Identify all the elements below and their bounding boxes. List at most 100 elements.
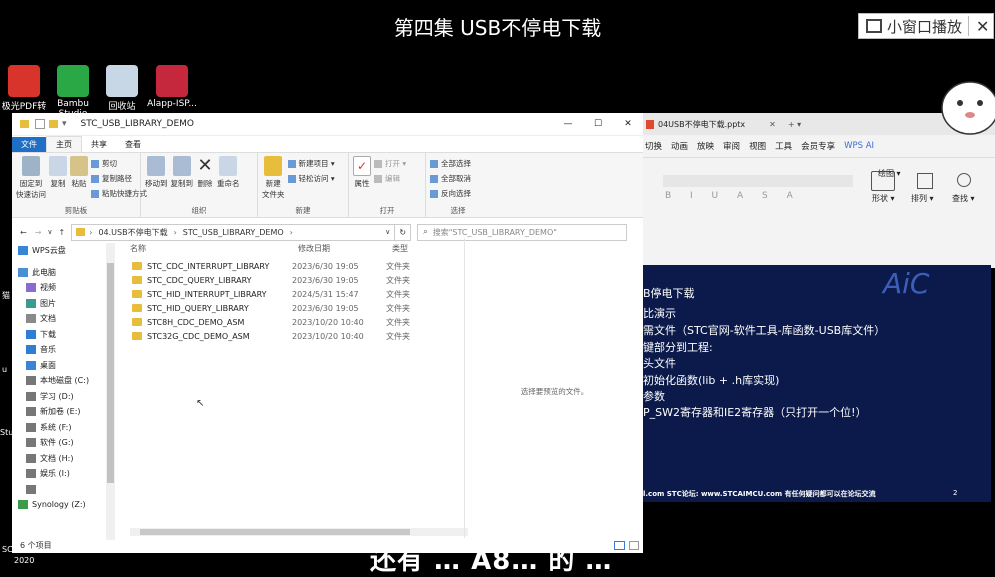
- wps-menu-tools[interactable]: 工具: [775, 140, 792, 152]
- arrange-icon[interactable]: [917, 173, 933, 189]
- nav-item[interactable]: 新加卷 (E:): [26, 404, 118, 420]
- file-row[interactable]: STC_CDC_INTERRUPT_LIBRARY 2023/6/30 19:05…: [124, 259, 464, 273]
- nav-item[interactable]: 桌面: [26, 358, 118, 374]
- horizontal-scrollbar[interactable]: [130, 528, 468, 536]
- wps-menu-animation[interactable]: 动画: [671, 140, 688, 152]
- slide-line: B停电下载: [643, 287, 695, 300]
- close-button[interactable]: ✕: [613, 119, 643, 129]
- breadcrumb-item[interactable]: 04.USB不停电下载: [98, 227, 167, 238]
- nav-item[interactable]: 系统 (F:): [26, 420, 118, 436]
- nav-item[interactable]: [26, 482, 118, 498]
- cloud-icon: [18, 246, 28, 256]
- open-button[interactable]: 打开 ▾: [374, 158, 406, 169]
- details-view-icon[interactable]: [614, 541, 625, 550]
- file-row[interactable]: STC8H_CDC_DEMO_ASM 2023/10/20 10:40 文件夹: [124, 315, 464, 329]
- properties-button[interactable]: ✓ 属性: [353, 156, 371, 205]
- font-selector[interactable]: [663, 175, 853, 187]
- file-row[interactable]: STC_HID_QUERY_LIBRARY 2023/6/30 19:05 文件夹: [124, 301, 464, 315]
- delete-button[interactable]: ✕ 删除: [196, 156, 214, 205]
- nav-item[interactable]: 学习 (D:): [26, 389, 118, 405]
- wps-ai-button[interactable]: WPS AI: [844, 141, 874, 151]
- desktop-icon-recycle[interactable]: 回收站: [96, 65, 148, 112]
- column-header-type[interactable]: 类型: [392, 243, 408, 254]
- rename-button[interactable]: 重命名: [217, 156, 240, 205]
- breadcrumb-item[interactable]: STC_USB_LIBRARY_DEMO: [183, 228, 284, 237]
- wps-menu-slideshow[interactable]: 放映: [697, 140, 714, 152]
- file-date: 2023/10/20 10:40: [292, 317, 364, 327]
- nav-item[interactable]: WPS云盘: [18, 243, 118, 259]
- aiapp-isp-icon: [156, 65, 188, 97]
- forward-icon[interactable]: →: [35, 228, 42, 237]
- copy-button[interactable]: 复制: [49, 156, 67, 205]
- back-icon[interactable]: ←: [20, 228, 27, 237]
- draw-button[interactable]: 绘图 ▾: [878, 168, 901, 179]
- format-buttons[interactable]: B I U A S A: [665, 191, 801, 201]
- nav-item[interactable]: Synology (Z:): [18, 497, 118, 513]
- minimize-button[interactable]: —: [553, 119, 583, 129]
- slide-canvas: B停电下载 比演示 需文件（STC官网-软件工具-库函数-USB库文件） 键部分…: [643, 265, 991, 502]
- close-icon[interactable]: ✕: [976, 17, 989, 36]
- paste-button[interactable]: 粘贴: [70, 156, 88, 205]
- wps-menu-review[interactable]: 审阅: [723, 140, 740, 152]
- qat-dropdown-icon[interactable]: ▾: [62, 119, 67, 129]
- nav-item[interactable]: 本地磁盘 (C:): [26, 373, 118, 389]
- nav-item[interactable]: 此电脑: [18, 265, 118, 281]
- open-label: 打开 ▾: [385, 159, 407, 168]
- navigation-scrollbar-thumb[interactable]: [107, 263, 114, 483]
- wps-tab-title[interactable]: 04USB不停电下载.pptx: [658, 119, 745, 130]
- nav-item[interactable]: 文档: [26, 311, 118, 327]
- select-all-button[interactable]: 全部选择: [430, 158, 471, 169]
- shape-button[interactable]: 形状 ▾: [872, 193, 895, 204]
- edit-button[interactable]: 编辑: [374, 173, 406, 184]
- tab-close-icon[interactable]: ✕: [769, 120, 776, 129]
- up-icon[interactable]: ↑: [59, 228, 66, 237]
- nav-item[interactable]: 娱乐 (I:): [26, 466, 118, 482]
- tab-share[interactable]: 共享: [82, 137, 116, 152]
- file-row[interactable]: STC32G_CDC_DEMO_ASM 2023/10/20 10:40 文件夹: [124, 329, 464, 343]
- column-header-date[interactable]: 修改日期: [298, 243, 392, 254]
- invert-selection-button[interactable]: 反向选择: [430, 188, 471, 199]
- tab-home[interactable]: 主页: [46, 136, 82, 152]
- nav-item[interactable]: 软件 (G:): [26, 435, 118, 451]
- find-icon[interactable]: [957, 173, 971, 187]
- horizontal-scrollbar-thumb[interactable]: [140, 529, 410, 535]
- maximize-button[interactable]: ☐: [583, 119, 613, 129]
- file-row[interactable]: STC_CDC_QUERY_LIBRARY 2023/6/30 19:05 文件夹: [124, 273, 464, 287]
- column-header-name[interactable]: 名称: [124, 243, 298, 254]
- nav-item[interactable]: 音乐: [26, 342, 118, 358]
- file-row[interactable]: STC_HID_INTERRUPT_LIBRARY 2024/5/31 15:47…: [124, 287, 464, 301]
- copy-to-button[interactable]: 复制到: [171, 156, 193, 205]
- easy-access-button[interactable]: 轻松访问 ▾: [287, 173, 335, 184]
- easy-access-icon: [287, 174, 296, 183]
- arrange-button[interactable]: 排列 ▾: [911, 193, 934, 204]
- find-button[interactable]: 查找 ▾: [952, 193, 975, 204]
- quick-access-checkbox-icon[interactable]: [35, 119, 45, 129]
- recent-locations-icon[interactable]: ∨: [47, 228, 52, 236]
- paste-shortcut-button[interactable]: 粘贴快捷方式: [91, 188, 147, 199]
- nav-item[interactable]: 图片: [26, 296, 118, 312]
- cut-button[interactable]: 剪切: [91, 158, 147, 169]
- properties-label: 属性: [354, 179, 370, 188]
- desktop-icon-bambu[interactable]: Bambu Studio: [47, 65, 99, 119]
- pin-quick-access-button[interactable]: 固定到 快速访问: [16, 156, 46, 205]
- mini-window-button[interactable]: 小窗口播放 ✕: [858, 13, 994, 39]
- large-icons-view-icon[interactable]: [629, 541, 639, 550]
- address-dropdown-icon[interactable]: ∨: [385, 228, 390, 236]
- desktop-icon-aiapp[interactable]: Alapp-ISP...: [146, 65, 198, 109]
- tab-view[interactable]: 查看: [116, 137, 150, 152]
- move-to-button[interactable]: 移动到: [145, 156, 168, 205]
- tab-file[interactable]: 文件: [12, 137, 46, 152]
- copy-path-button[interactable]: 复制路径: [91, 173, 147, 184]
- nav-item[interactable]: 视频: [26, 280, 118, 296]
- wps-menu-view[interactable]: 视图: [749, 140, 766, 152]
- file-type: 文件夹: [386, 303, 410, 313]
- file-name-cell: STC32G_CDC_DEMO_ASM: [124, 332, 292, 341]
- nav-item[interactable]: 文档 (H:): [26, 451, 118, 467]
- new-tab-icon[interactable]: + ▾: [788, 120, 801, 129]
- select-none-button[interactable]: 全部取消: [430, 173, 471, 184]
- wps-menu-member[interactable]: 会员专享: [801, 140, 835, 152]
- nav-item[interactable]: 下载: [26, 327, 118, 343]
- new-folder-button[interactable]: 新建 文件夹: [262, 156, 285, 205]
- new-item-button[interactable]: 新建项目 ▾: [287, 158, 335, 169]
- wps-menu-switch[interactable]: 切换: [645, 140, 662, 152]
